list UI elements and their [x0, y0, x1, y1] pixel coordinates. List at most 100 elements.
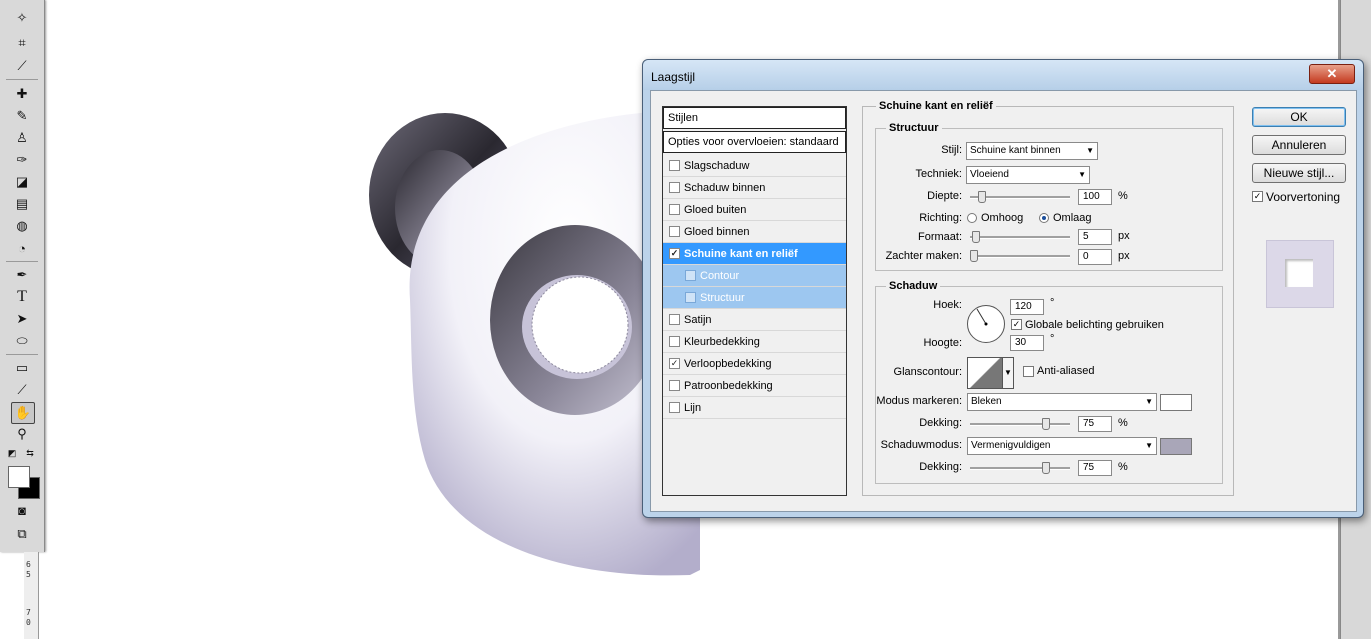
style-item[interactable]: ✓ Schuine kant en reliëf: [663, 243, 846, 265]
clone-stamp-icon[interactable]: ♙: [11, 128, 33, 148]
style-item-checkbox[interactable]: [669, 314, 680, 325]
angle-dial[interactable]: [967, 305, 1005, 343]
style-item-checkbox[interactable]: ✓: [669, 358, 680, 369]
history-brush-icon[interactable]: ✑: [11, 150, 33, 170]
hand-icon[interactable]: ✋: [11, 402, 35, 424]
soften-slider[interactable]: [970, 250, 1070, 262]
style-item[interactable]: Structuur: [663, 287, 846, 309]
slice-icon[interactable]: ⟋: [11, 56, 33, 76]
notes-icon[interactable]: ▭: [11, 358, 33, 378]
chevron-down-icon[interactable]: ▼: [1003, 357, 1014, 389]
style-item-checkbox[interactable]: [669, 160, 680, 171]
brush-icon[interactable]: ✎: [11, 106, 33, 126]
pen-icon[interactable]: ✒: [11, 265, 33, 285]
quick-mask-icon[interactable]: ◙: [11, 500, 33, 520]
highlight-mode-dropdown[interactable]: Bleken ▼: [967, 393, 1157, 411]
bevel-emboss-panel: Schuine kant en reliëf Structuur Stijl: …: [862, 100, 1234, 496]
style-item[interactable]: Patroonbedekking: [663, 375, 846, 397]
blur-icon[interactable]: ◍: [11, 216, 33, 236]
style-item-checkbox[interactable]: [685, 292, 696, 303]
screen-mode-icon[interactable]: ⧉: [11, 524, 33, 544]
gloss-contour-preview[interactable]: [967, 357, 1003, 389]
style-item[interactable]: Lijn: [663, 397, 846, 419]
style-item[interactable]: ✓ Verloopbedekking: [663, 353, 846, 375]
zoom-icon[interactable]: ⚲: [11, 424, 33, 444]
style-item-checkbox[interactable]: [669, 336, 680, 347]
style-item-label: Lijn: [684, 401, 702, 414]
size-input[interactable]: 5: [1078, 229, 1112, 245]
size-slider-thumb[interactable]: [972, 231, 980, 243]
angle-input[interactable]: 120: [1010, 299, 1044, 315]
default-colors-icon[interactable]: ◩: [6, 447, 18, 459]
style-item-checkbox[interactable]: [669, 204, 680, 215]
type-icon[interactable]: T: [11, 287, 33, 307]
highlight-opacity-label: Dekking:: [919, 417, 962, 429]
depth-input[interactable]: 100: [1078, 189, 1112, 205]
new-style-button[interactable]: Nieuwe stijl...: [1252, 163, 1346, 183]
swap-colors-icon[interactable]: ⇆: [24, 447, 36, 459]
style-item[interactable]: Satijn: [663, 309, 846, 331]
dialog-titlebar[interactable]: Laagstijl ✕: [643, 60, 1363, 90]
magic-wand-icon[interactable]: ✧: [11, 8, 33, 28]
style-item-checkbox[interactable]: [669, 402, 680, 413]
altitude-input[interactable]: 30: [1010, 335, 1044, 351]
foreground-color-swatch[interactable]: [8, 466, 30, 488]
soften-slider-thumb[interactable]: [970, 250, 978, 262]
eyedropper-icon[interactable]: ⟋: [11, 380, 33, 400]
styles-header[interactable]: Stijlen: [663, 107, 846, 129]
direction-up-label: Omhoog: [981, 212, 1024, 224]
style-item-checkbox[interactable]: [669, 380, 680, 391]
shadow-mode-dropdown[interactable]: Vermenigvuldigen ▼: [967, 437, 1157, 455]
depth-slider-thumb[interactable]: [978, 191, 986, 203]
highlight-opacity-input[interactable]: 75: [1078, 416, 1112, 432]
gradient-icon[interactable]: ▤: [11, 194, 33, 214]
style-item[interactable]: Contour: [663, 265, 846, 287]
style-item[interactable]: Slagschaduw: [663, 155, 846, 177]
shading-group: Schaduw Hoek: 120 ° ✓ Globale belichting…: [875, 280, 1223, 484]
technique-dropdown[interactable]: Vloeiend ▼: [966, 166, 1090, 184]
style-item-checkbox[interactable]: [685, 270, 696, 281]
style-item[interactable]: Gloed buiten: [663, 199, 846, 221]
direction-up-radio[interactable]: [967, 213, 977, 223]
angle-indicator-icon: [976, 308, 988, 326]
shadow-opacity-slider[interactable]: [970, 462, 1070, 474]
style-item-label: Satijn: [684, 313, 712, 326]
highlight-opacity-thumb[interactable]: [1042, 418, 1050, 430]
ellipse-icon[interactable]: ⬭: [11, 331, 33, 351]
dodge-icon[interactable]: ◔: [11, 238, 33, 258]
blend-options-item[interactable]: Opties voor overvloeien: standaard: [663, 131, 846, 153]
highlight-color-swatch[interactable]: [1160, 394, 1192, 411]
style-item[interactable]: Kleurbedekking: [663, 331, 846, 353]
vertical-ruler: 6 5 7 0: [24, 552, 39, 639]
style-dropdown[interactable]: Schuine kant binnen ▼: [966, 142, 1098, 160]
eraser-icon[interactable]: ◪: [11, 172, 33, 192]
angle-label: Hoek:: [933, 299, 962, 311]
anti-aliased-checkbox[interactable]: [1023, 366, 1034, 377]
size-unit: px: [1118, 230, 1130, 242]
altitude-unit: °: [1050, 333, 1055, 345]
ok-button[interactable]: OK: [1252, 107, 1346, 127]
shadow-opacity-thumb[interactable]: [1042, 462, 1050, 474]
close-icon[interactable]: ✕: [1309, 64, 1355, 84]
shadow-opacity-label: Dekking:: [919, 461, 962, 473]
cancel-button[interactable]: Annuleren: [1252, 135, 1346, 155]
global-light-checkbox[interactable]: ✓: [1011, 319, 1022, 330]
preview-checkbox[interactable]: ✓: [1252, 191, 1263, 202]
healing-brush-icon[interactable]: ✚: [11, 84, 33, 104]
style-item-checkbox[interactable]: [669, 182, 680, 193]
path-select-icon[interactable]: ➤: [11, 309, 33, 329]
depth-label: Diepte:: [927, 190, 962, 202]
shadow-opacity-input[interactable]: 75: [1078, 460, 1112, 476]
shadow-color-swatch[interactable]: [1160, 438, 1192, 455]
depth-slider[interactable]: [970, 191, 1070, 203]
style-item[interactable]: Gloed binnen: [663, 221, 846, 243]
soften-label: Zachter maken:: [885, 250, 962, 262]
crop-icon[interactable]: ⌗: [11, 33, 33, 53]
style-item[interactable]: Schaduw binnen: [663, 177, 846, 199]
style-item-checkbox[interactable]: [669, 226, 680, 237]
highlight-opacity-slider[interactable]: [970, 418, 1070, 430]
direction-down-radio[interactable]: [1039, 213, 1049, 223]
size-slider[interactable]: [970, 231, 1070, 243]
style-item-checkbox[interactable]: ✓: [669, 248, 680, 259]
soften-input[interactable]: 0: [1078, 249, 1112, 265]
